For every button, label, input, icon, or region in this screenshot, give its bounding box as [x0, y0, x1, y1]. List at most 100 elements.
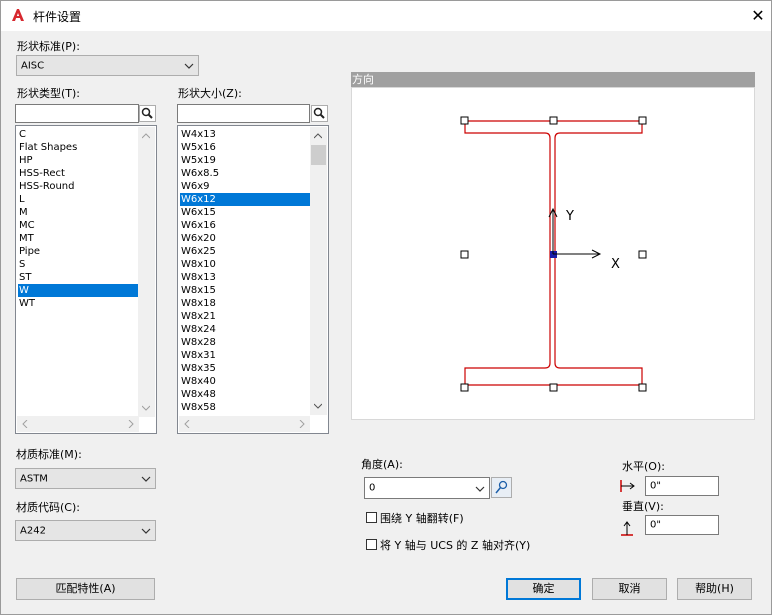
list-item[interactable]: W8x15: [180, 284, 310, 297]
shape-type-search-input[interactable]: [15, 104, 139, 123]
close-button[interactable]: ✕: [745, 4, 771, 28]
list-item[interactable]: W8x21: [180, 310, 310, 323]
horizontal-scrollbar[interactable]: [179, 416, 310, 432]
scroll-up-icon[interactable]: [142, 132, 150, 140]
scroll-down-icon[interactable]: [142, 404, 150, 412]
cancel-button[interactable]: 取消: [592, 578, 667, 600]
list-item[interactable]: MC: [18, 219, 138, 232]
search-icon: [141, 107, 153, 119]
vertical-offset-label: 垂直(V):: [622, 500, 664, 513]
list-item[interactable]: W6x9: [180, 180, 310, 193]
material-code-dropdown[interactable]: A242: [15, 520, 156, 541]
list-item[interactable]: HSS-Round: [18, 180, 138, 193]
chevron-down-icon: [184, 63, 194, 69]
list-item[interactable]: W8x48: [180, 388, 310, 401]
shape-standard-dropdown[interactable]: AISC: [16, 55, 199, 76]
orientation-preview[interactable]: Y X: [351, 87, 755, 420]
list-item[interactable]: HSS-Rect: [18, 167, 138, 180]
angle-combo[interactable]: 0: [364, 477, 490, 499]
flip-y-label: 围绕 Y 轴翻转(F): [380, 512, 464, 525]
shape-size-search-button[interactable]: [311, 105, 328, 122]
list-item[interactable]: W6x20: [180, 232, 310, 245]
chevron-down-icon: [141, 528, 151, 534]
shape-standard-value: AISC: [21, 60, 45, 71]
scroll-right-icon[interactable]: [298, 420, 306, 428]
material-standard-label: 材质标准(M):: [16, 448, 82, 461]
scroll-thumb[interactable]: [311, 145, 326, 165]
shape-type-search-button[interactable]: [139, 105, 156, 122]
pick-angle-button[interactable]: [491, 477, 512, 498]
title-bar: 杆件设置 ✕: [1, 1, 771, 31]
autocad-logo-icon: [12, 9, 24, 21]
shape-standard-label: 形状标准(P):: [17, 40, 80, 53]
vertical-offset-input[interactable]: 0": [645, 515, 719, 535]
axis-y-label: Y: [565, 209, 574, 224]
align-y-z-label: 将 Y 轴与 UCS 的 Z 轴对齐(Y): [380, 539, 531, 552]
axis-arrows: [548, 207, 602, 259]
chevron-down-icon: [141, 476, 151, 482]
list-item[interactable]: C: [18, 128, 138, 141]
vertical-scrollbar[interactable]: [138, 127, 155, 417]
window-title: 杆件设置: [33, 10, 82, 24]
chevron-down-icon: [475, 486, 485, 492]
flip-y-checkbox[interactable]: [366, 512, 377, 523]
list-item[interactable]: W8x24: [180, 323, 310, 336]
vertical-scrollbar[interactable]: [310, 127, 327, 415]
search-icon: [313, 107, 325, 119]
material-standard-dropdown[interactable]: ASTM: [15, 468, 156, 489]
list-item[interactable]: W6x16: [180, 219, 310, 232]
list-item[interactable]: MT: [18, 232, 138, 245]
list-item[interactable]: ST: [18, 271, 138, 284]
list-item[interactable]: HP: [18, 154, 138, 167]
horizontal-offset-label: 水平(O):: [622, 460, 665, 473]
list-item[interactable]: W6x15: [180, 206, 310, 219]
scroll-right-icon[interactable]: [127, 420, 135, 428]
angle-value: 0: [369, 482, 376, 494]
list-item[interactable]: S: [18, 258, 138, 271]
list-item[interactable]: W8x40: [180, 375, 310, 388]
vertical-offset-icon: [621, 521, 633, 536]
pick-point-icon: [495, 480, 508, 494]
list-item[interactable]: Pipe: [18, 245, 138, 258]
i-beam-preview: Y X: [460, 116, 647, 392]
align-y-z-checkbox[interactable]: [366, 539, 377, 550]
material-code-value: A242: [20, 525, 46, 536]
list-item[interactable]: W: [18, 284, 138, 297]
list-item[interactable]: W5x19: [180, 154, 310, 167]
list-item[interactable]: L: [18, 193, 138, 206]
horizontal-scrollbar[interactable]: [17, 416, 139, 432]
scroll-down-icon[interactable]: [314, 402, 322, 410]
shape-type-list[interactable]: C Flat Shapes HP HSS-Rect HSS-Round L M MC MT Pip…: [15, 125, 157, 434]
list-item[interactable]: W6x25: [180, 245, 310, 258]
orientation-header: 方向: [351, 72, 755, 87]
list-item[interactable]: W8x35: [180, 362, 310, 375]
scroll-up-icon[interactable]: [314, 132, 322, 140]
list-item[interactable]: Flat Shapes: [18, 141, 138, 154]
shape-type-label: 形状类型(T):: [17, 87, 81, 100]
list-item[interactable]: M: [18, 206, 138, 219]
list-item[interactable]: W5x16: [180, 141, 310, 154]
list-item[interactable]: W4x13: [180, 128, 310, 141]
match-properties-button[interactable]: 匹配特性(A): [16, 578, 155, 600]
shape-size-label: 形状大小(Z):: [178, 87, 242, 100]
list-item[interactable]: W8x31: [180, 349, 310, 362]
angle-label: 角度(A):: [361, 458, 403, 471]
horizontal-offset-icon: [620, 480, 635, 492]
list-item[interactable]: W8x28: [180, 336, 310, 349]
list-item[interactable]: WT: [18, 297, 138, 310]
help-button[interactable]: 帮助(H): [677, 578, 752, 600]
material-standard-value: ASTM: [20, 473, 48, 484]
shape-size-list[interactable]: W4x13 W5x16 W5x19 W6x8.5 W6x9 W6x12 W6x15 W6x16…: [177, 125, 329, 434]
list-item[interactable]: W8x13: [180, 271, 310, 284]
scroll-left-icon[interactable]: [183, 420, 191, 428]
scroll-left-icon[interactable]: [21, 420, 29, 428]
horizontal-offset-input[interactable]: 0": [645, 476, 719, 496]
shape-size-search-input[interactable]: [177, 104, 310, 123]
material-code-label: 材质代码(C):: [16, 501, 80, 514]
list-item[interactable]: W8x18: [180, 297, 310, 310]
ok-button[interactable]: 确定: [506, 578, 581, 600]
list-item[interactable]: W8x58: [180, 401, 310, 414]
list-item[interactable]: W8x10: [180, 258, 310, 271]
list-item[interactable]: W6x12: [180, 193, 310, 206]
list-item[interactable]: W6x8.5: [180, 167, 310, 180]
